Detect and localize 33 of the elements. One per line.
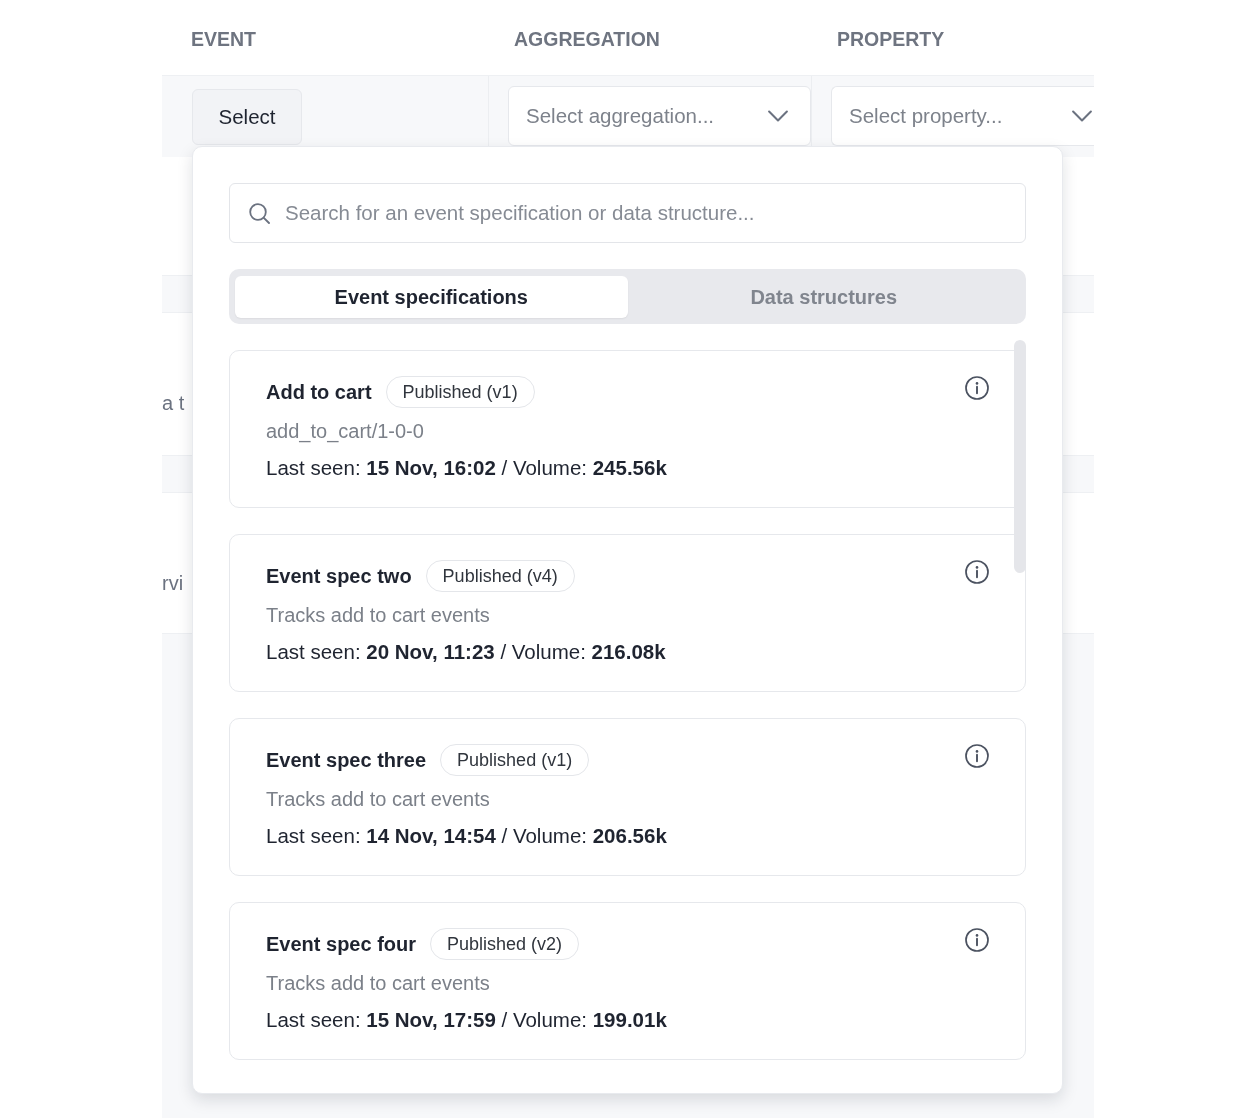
event-spec-card[interactable]: Event spec four Published (v2) Tracks add to cart events Last seen: 15 Nov, 17:59 / Volume: 199.01k xyxy=(229,902,1026,1060)
spec-title: Add to cart xyxy=(266,380,372,404)
column-header: PROPERTY xyxy=(836,28,946,51)
spec-meta: Last seen: 20 Nov, 11:23 / Volume: 216.08k xyxy=(266,639,667,665)
spec-meta: Last seen: 15 Nov, 17:59 / Volume: 199.01k xyxy=(266,1007,668,1033)
spec-title: Event spec four xyxy=(266,932,417,956)
aggregation-dropdown[interactable]: Select aggregation... xyxy=(508,86,811,146)
info-icon[interactable] xyxy=(965,560,989,584)
spec-description: add_to_cart/1-0-0 xyxy=(266,419,425,445)
spec-description: Tracks add to cart events xyxy=(266,971,491,996)
event-spec-card[interactable]: Event spec three Published (v1) Tracks add to cart events Last seen: 14 Nov, 14:54 / Volume: 206.56k xyxy=(229,718,1026,876)
column-header: AGGREGATION xyxy=(513,28,661,51)
spec-description: Tracks add to cart events xyxy=(266,787,491,812)
spec-title: Event spec two xyxy=(266,564,412,588)
info-icon[interactable] xyxy=(965,744,989,768)
info-icon[interactable] xyxy=(965,376,989,400)
event-spec-card[interactable]: Event spec two Published (v4) Tracks add to cart events Last seen: 20 Nov, 11:23 / Volume: 216.08k xyxy=(229,534,1026,692)
chevron-down-icon xyxy=(768,110,788,122)
scrollbar-thumb[interactable] xyxy=(1014,340,1026,573)
tab[interactable]: Event specifications xyxy=(235,276,628,318)
property-dropdown[interactable]: Select property... xyxy=(831,86,1094,146)
search-field[interactable]: Search for an event specification or data structure... xyxy=(229,183,1026,243)
table-cell-text: a t xyxy=(162,392,185,414)
spec-meta: Last seen: 15 Nov, 16:02 / Volume: 245.56k xyxy=(266,455,668,481)
spec-description: Tracks add to cart events xyxy=(266,603,491,628)
spec-title: Event spec three xyxy=(266,748,427,772)
select-event-button[interactable]: Select xyxy=(192,89,302,145)
spec-meta: Last seen: 14 Nov, 14:54 / Volume: 206.56k xyxy=(266,823,668,849)
table-cell-text: rvi xyxy=(162,572,184,594)
column-header: EVENT xyxy=(190,28,257,51)
chevron-down-icon xyxy=(1072,110,1092,122)
search-icon xyxy=(249,203,270,224)
info-icon[interactable] xyxy=(965,928,989,952)
